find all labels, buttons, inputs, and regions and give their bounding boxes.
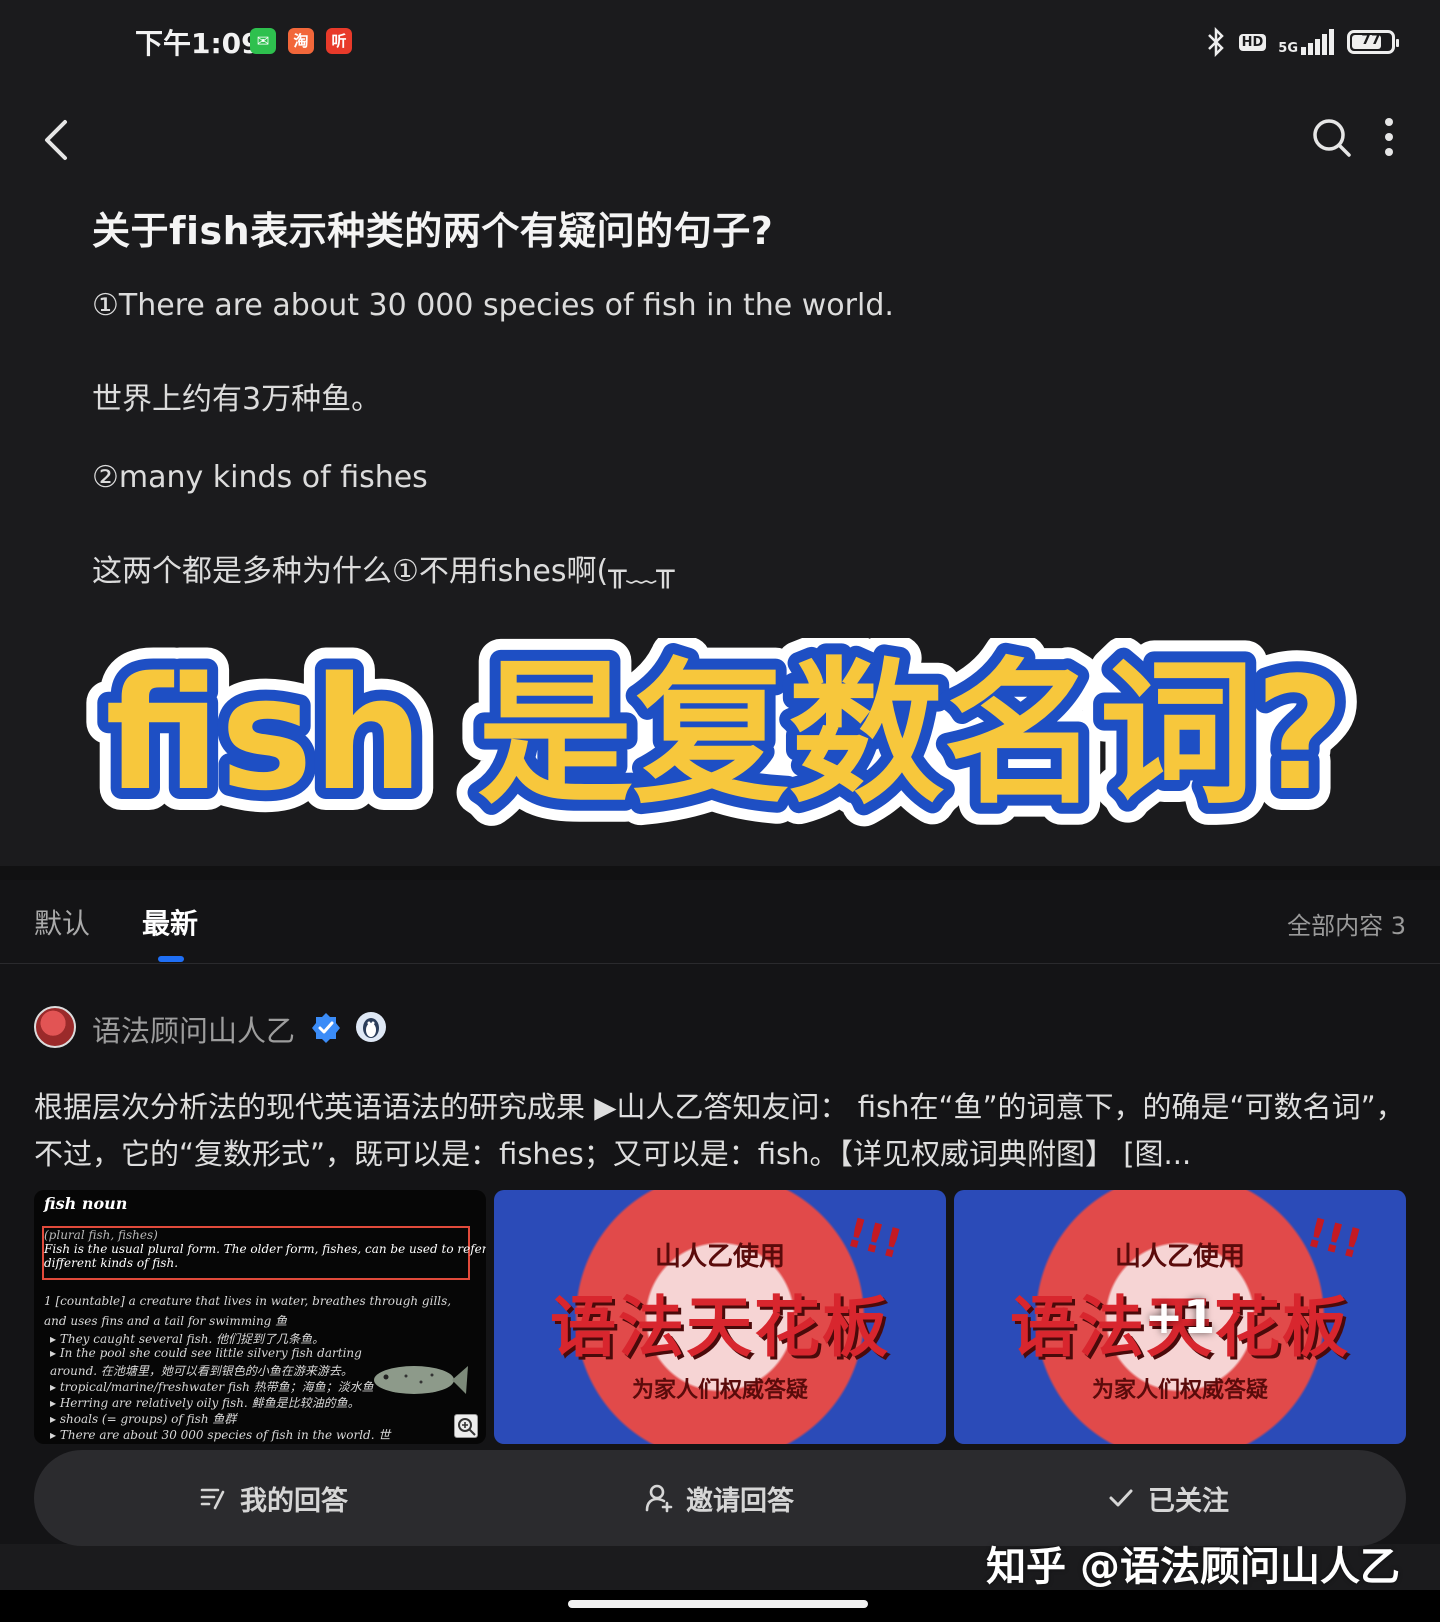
back-icon: [45, 120, 67, 160]
status-indicators: HD 5G 77: [1205, 24, 1399, 60]
poster-sub-text: 为家人们权威答疑: [631, 1378, 808, 1403]
tab-latest[interactable]: 最新: [142, 902, 198, 942]
tab-default[interactable]: 默认: [34, 902, 90, 942]
answer-excerpt[interactable]: 根据层次分析法的现代英语语法的研究成果 ▶山人乙答知友问： fish在“鱼”的词…: [34, 1084, 1414, 1178]
more-images-count: +1: [1144, 1290, 1216, 1344]
more-button[interactable]: [1372, 112, 1406, 162]
watermark: 知乎 @语法顾问山人乙: [986, 1544, 1400, 1590]
status-time: 下午1:09: [135, 27, 261, 60]
total-content-count: 全部内容 3: [1287, 912, 1406, 940]
user-add-icon: [645, 1484, 673, 1513]
wechat-icon: ✉: [250, 28, 276, 54]
battery-icon: 77: [1347, 30, 1399, 54]
search-icon: [1313, 119, 1351, 157]
question-line: ①There are about 30 000 species of fish …: [92, 288, 894, 323]
network-label: 5G: [1278, 41, 1298, 56]
verified-icon: [312, 1013, 340, 1043]
answer-image-poster[interactable]: 山人乙使用 语法天花板 为家人们权威答疑 !!!: [494, 1190, 946, 1444]
answer-image-poster-more[interactable]: 山人乙使用 语法天花板 为家人们权威答疑 !!! +1: [954, 1190, 1406, 1444]
followed-button[interactable]: 已关注: [1106, 1450, 1229, 1546]
poster-main-text: 语法天花板: [550, 1289, 890, 1366]
home-indicator[interactable]: [568, 1600, 868, 1608]
fish-illustration-icon: [374, 1366, 468, 1394]
back-button[interactable]: [36, 112, 76, 168]
author-name[interactable]: 语法顾问山人乙: [92, 1008, 295, 1050]
bottom-action-bar: 我的回答 邀请回答 已关注: [34, 1450, 1406, 1546]
check-icon: [1109, 1489, 1133, 1507]
search-button[interactable]: [1310, 116, 1354, 160]
answer-image-dictionary[interactable]: fish noun (plural fish, fishes) Fish is …: [34, 1190, 486, 1444]
followed-label: 已关注: [1148, 1485, 1229, 1517]
invite-answer-button[interactable]: 邀请回答: [644, 1450, 794, 1546]
invite-answer-label: 邀请回答: [686, 1485, 794, 1517]
question-line: ②many kinds of fishes: [92, 460, 428, 495]
listen-app-icon: 听: [326, 28, 352, 54]
avatar[interactable]: [34, 1006, 76, 1048]
taobao-icon: 淘: [288, 28, 314, 54]
banner-text: fish 是复数名词?: [105, 643, 1345, 825]
section-divider: [0, 866, 1440, 880]
battery-level: 77: [1361, 32, 1381, 48]
active-tab-indicator: [158, 956, 184, 962]
question-line: 这两个都是多种为什么①不用fishes啊(╥﹏╥: [92, 554, 675, 589]
question-line: 世界上约有3万种鱼。: [92, 382, 382, 417]
question-title: 关于fish表示种类的两个有疑问的句子?: [92, 209, 774, 253]
edit-list-icon: [200, 1488, 225, 1510]
penguin-badge-icon: [356, 1012, 386, 1042]
bluetooth-icon: [1207, 27, 1224, 57]
my-answer-label: 我的回答: [240, 1485, 348, 1517]
zoom-icon[interactable]: [454, 1414, 478, 1438]
dict-headword: fish noun: [44, 1194, 128, 1213]
status-bar: 下午1:09 ✉ 淘 听 HD 5G 77: [0, 0, 1440, 84]
signal-icon: [1301, 29, 1334, 55]
title-banner: fish 是复数名词? fish 是复数名词? fish 是复数名词?: [83, 638, 1367, 847]
more-vertical-icon: [1385, 118, 1393, 126]
sort-tabs: 默认 最新 全部内容 3: [0, 880, 1440, 964]
hd-badge: HD: [1238, 33, 1267, 51]
my-answer-button[interactable]: 我的回答: [198, 1450, 348, 1546]
